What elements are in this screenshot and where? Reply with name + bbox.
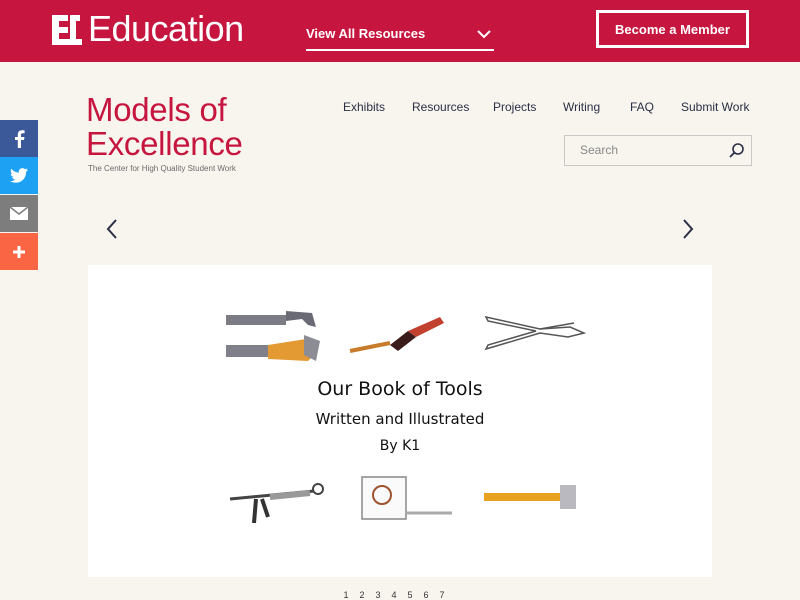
caulk-gun-drawing-icon — [229, 483, 324, 524]
email-icon — [10, 207, 28, 220]
mallet-drawing-icon — [484, 485, 576, 509]
site-title-line1: Models of — [86, 91, 227, 128]
more-share-button[interactable] — [0, 233, 38, 270]
twitter-icon — [10, 168, 28, 183]
nav-resources[interactable]: Resources — [412, 100, 469, 114]
chevron-down-icon — [477, 30, 491, 39]
carousel-slide[interactable]: Our Book of Tools Written and Illustrate… — [88, 265, 712, 577]
tape-measure-drawing-icon — [361, 476, 452, 520]
view-all-resources-dropdown[interactable]: View All Resources — [306, 18, 494, 51]
nav-faq[interactable]: FAQ — [630, 100, 654, 114]
search-box — [564, 135, 752, 166]
facebook-share-button[interactable] — [0, 120, 38, 157]
brand-name[interactable]: Education — [88, 9, 244, 49]
slide-title-line2: Written and Illustrated — [315, 410, 485, 428]
twitter-share-button[interactable] — [0, 157, 38, 194]
dropdown-label: View All Resources — [306, 26, 426, 41]
become-member-button[interactable]: Become a Member — [596, 10, 749, 48]
pager-item[interactable]: 4 — [386, 590, 402, 600]
carousel-prev-arrow-icon[interactable] — [104, 217, 120, 241]
pager-item[interactable]: 1 — [338, 590, 354, 600]
nav-exhibits[interactable]: Exhibits — [343, 100, 385, 114]
slide-title-line1: Our Book of Tools — [317, 378, 483, 400]
el-logo-icon[interactable] — [50, 13, 82, 47]
carousel-next-arrow-icon[interactable] — [680, 217, 696, 241]
pager-item[interactable]: 5 — [402, 590, 418, 600]
pager-item[interactable]: 7 — [434, 590, 450, 600]
site-logo[interactable]: Models of Excellence — [86, 93, 243, 161]
nav-submit-work[interactable]: Submit Work — [681, 100, 749, 114]
hammer-drawing-icon — [226, 311, 320, 361]
pager-item[interactable]: 3 — [370, 590, 386, 600]
carousel-pager: 1 2 3 4 5 6 7 — [338, 590, 450, 600]
pliers-drawing-icon — [484, 315, 587, 351]
search-input[interactable] — [565, 136, 715, 164]
slide-title-line3: By K1 — [379, 438, 421, 454]
nav-projects[interactable]: Projects — [493, 100, 536, 114]
site-title-line2: Excellence — [86, 125, 243, 162]
search-icon[interactable] — [728, 142, 745, 159]
facebook-icon — [15, 129, 25, 148]
pager-item[interactable]: 2 — [354, 590, 370, 600]
email-share-button[interactable] — [0, 195, 38, 232]
top-bar: Education View All Resources Become a Me… — [0, 0, 800, 62]
nav-writing[interactable]: Writing — [563, 100, 600, 114]
pager-item[interactable]: 6 — [418, 590, 434, 600]
screwdriver-drawing-icon — [349, 317, 444, 353]
plus-icon — [13, 245, 25, 258]
site-subtitle: The Center for High Quality Student Work — [88, 164, 236, 173]
